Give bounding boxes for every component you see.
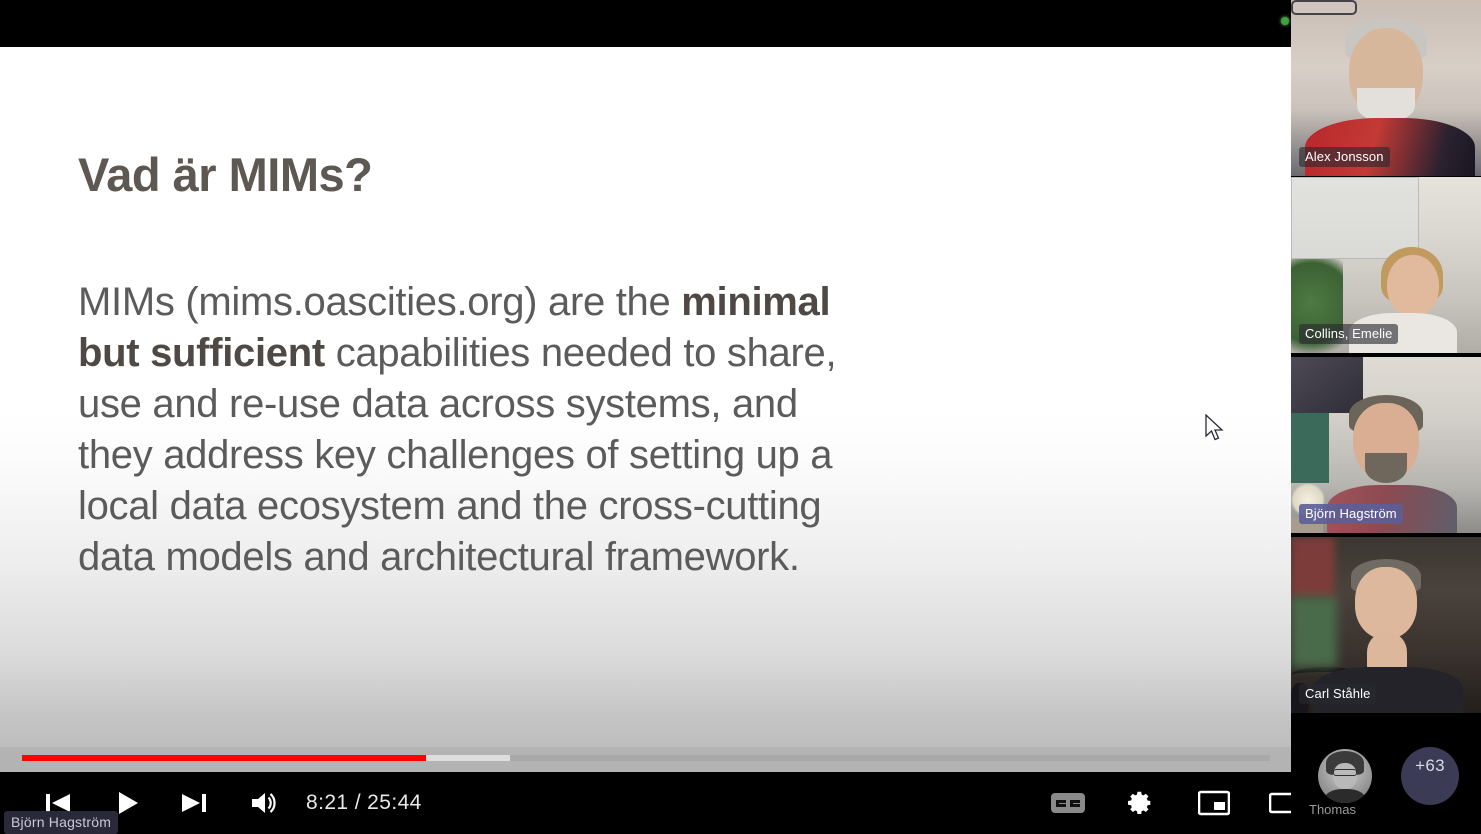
recording-indicator-icon bbox=[1281, 17, 1289, 25]
active-speaker-caption: Björn Hagström bbox=[4, 811, 119, 834]
gear-icon bbox=[1127, 791, 1151, 815]
volume-icon bbox=[252, 793, 276, 813]
video-conference-player: Vad är MIMs? MIMs (mims.oascities.org) a… bbox=[0, 0, 1481, 834]
player-controls: 8:21 / 25:44 bbox=[0, 772, 1481, 834]
time-display: 8:21 / 25:44 bbox=[306, 791, 422, 814]
avatar-label: Thomas bbox=[1309, 802, 1356, 817]
settings-button[interactable] bbox=[1115, 772, 1167, 834]
participant-name: Björn Hagström bbox=[1299, 504, 1403, 524]
volume-button[interactable] bbox=[238, 772, 290, 834]
progress-bar[interactable] bbox=[0, 747, 1291, 772]
letterbox-band bbox=[0, 0, 1291, 47]
presentation-slide: Vad är MIMs? MIMs (mims.oascities.org) a… bbox=[0, 47, 1291, 747]
miniplayer-icon bbox=[1198, 790, 1230, 816]
slide-body-prefix: MIMs (mims.oascities.org) are the bbox=[78, 280, 682, 324]
video-stage[interactable]: Vad är MIMs? MIMs (mims.oascities.org) a… bbox=[0, 0, 1291, 772]
slide-body: MIMs (mims.oascities.org) are the minima… bbox=[78, 277, 858, 583]
progress-track[interactable] bbox=[22, 755, 1270, 761]
participant-tile[interactable]: Alex Jonsson bbox=[1291, 0, 1481, 176]
participant-tile[interactable]: Carl Ståhle bbox=[1291, 537, 1481, 713]
avatar[interactable] bbox=[1318, 749, 1372, 803]
participant-name: Carl Ståhle bbox=[1299, 684, 1377, 704]
miniplayer-button[interactable] bbox=[1188, 772, 1240, 834]
next-icon bbox=[182, 794, 206, 812]
closed-captions-icon bbox=[1051, 793, 1085, 813]
participant-name: Alex Jonsson bbox=[1299, 147, 1390, 167]
overflow-count-badge[interactable]: +63 bbox=[1401, 747, 1459, 805]
progress-played bbox=[22, 755, 427, 761]
participant-name: Collins, Emelie bbox=[1299, 324, 1399, 344]
slide-title: Vad är MIMs? bbox=[78, 148, 373, 201]
participant-tile[interactable]: Björn Hagström bbox=[1291, 357, 1481, 533]
play-icon bbox=[119, 792, 138, 814]
participant-strip: Alex Jonsson Collins, Emelie Björn Hagst… bbox=[1291, 0, 1481, 834]
next-button[interactable] bbox=[166, 772, 222, 834]
participant-tile[interactable]: Collins, Emelie bbox=[1291, 177, 1481, 353]
captions-button[interactable] bbox=[1042, 772, 1094, 834]
participant-overflow-row: Thomas +63 bbox=[1291, 714, 1481, 834]
